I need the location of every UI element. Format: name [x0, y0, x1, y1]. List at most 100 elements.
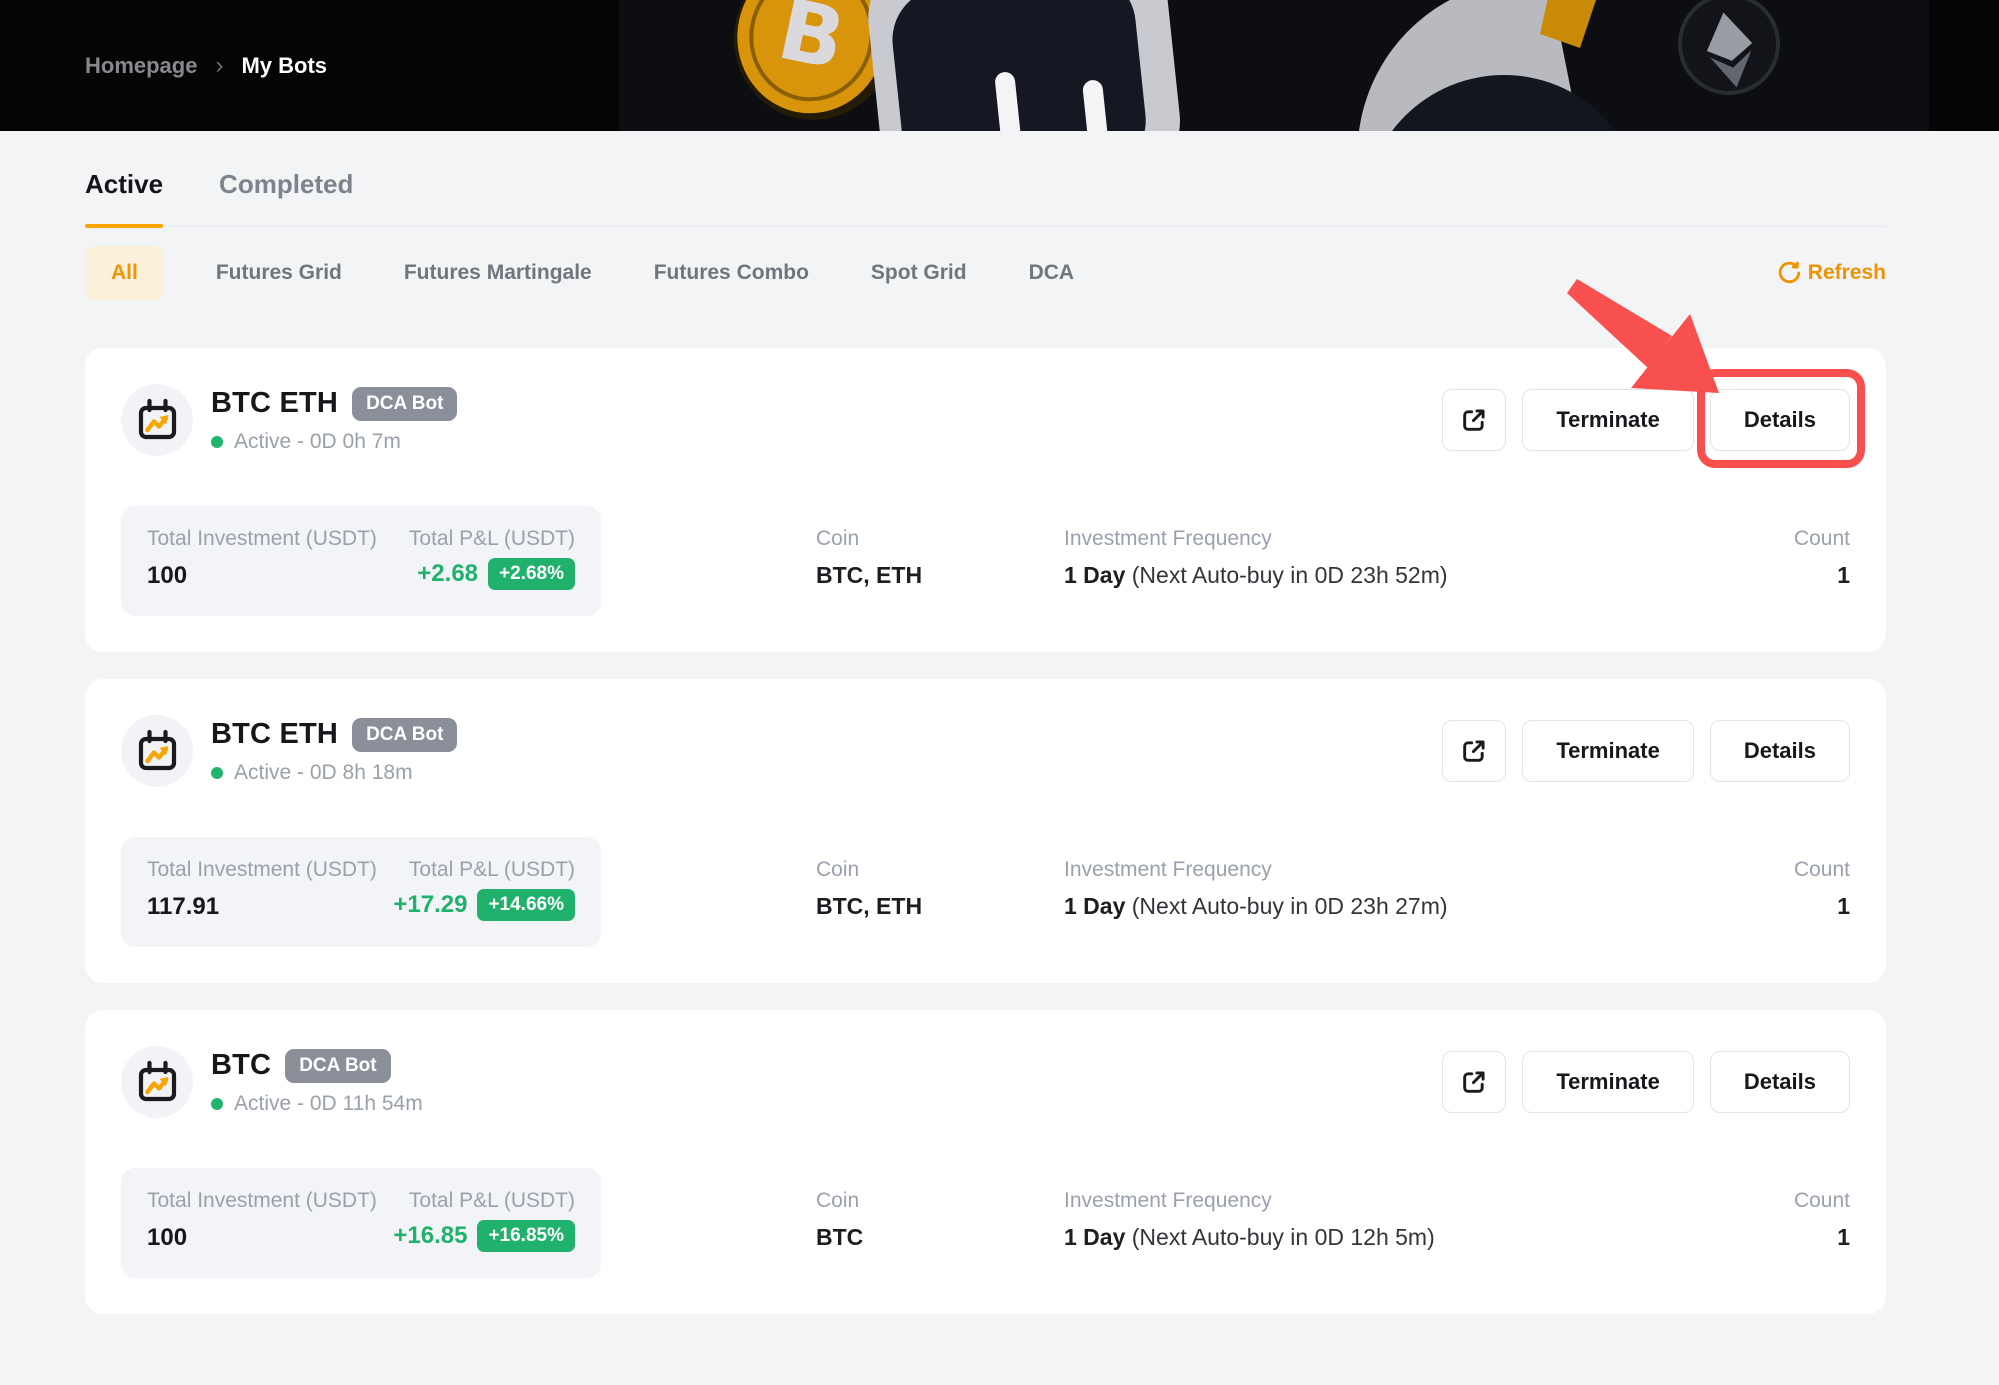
bot-type-badge: DCA Bot: [285, 1049, 390, 1083]
frequency-main: 1 Day: [1064, 893, 1125, 919]
header-illustration: B: [599, 0, 1999, 131]
bot-actions: Terminate Details: [1442, 720, 1850, 782]
coin-column: Coin BTC, ETH: [816, 858, 1064, 947]
coin-column: Coin BTC: [816, 1189, 1064, 1278]
refresh-button[interactable]: Refresh: [1776, 260, 1886, 286]
frequency-value: 1 Day (Next Auto-buy in 0D 23h 52m): [1064, 562, 1750, 589]
bot-avatar: [121, 1046, 193, 1118]
bot-title-block: BTC DCA Bot Active - 0D 11h 54m: [211, 1049, 423, 1116]
total-pnl-label: Total P&L (USDT): [409, 527, 575, 551]
robot-illustration: [861, 0, 1187, 131]
coin-value: BTC, ETH: [816, 562, 1064, 589]
count-value: 1: [1750, 893, 1850, 920]
dca-calendar-chart-icon: [133, 1058, 181, 1106]
count-column: Count 1: [1750, 1189, 1850, 1278]
details-button[interactable]: Details: [1710, 1051, 1850, 1113]
bot-card: BTC ETH DCA Bot Active - 0D 0h 7m Termin…: [85, 348, 1886, 652]
external-link-icon: [1460, 737, 1488, 765]
filter-bar: All Futures Grid Futures Martingale Futu…: [85, 246, 1886, 300]
page-header: B Homepage › My Bots: [0, 0, 1999, 131]
bot-stats-panel: Total Investment (USDT) 100 Total P&L (U…: [121, 1168, 601, 1278]
coin-label: Coin: [816, 858, 1064, 882]
bot-status-text: Active - 0D 11h 54m: [234, 1092, 423, 1116]
frequency-note: (Next Auto-buy in 0D 23h 52m): [1125, 562, 1447, 588]
status-dot-icon: [211, 767, 223, 779]
bot-title-block: BTC ETH DCA Bot Active - 0D 8h 18m: [211, 718, 457, 785]
open-external-button[interactable]: [1442, 389, 1506, 451]
frequency-label: Investment Frequency: [1064, 527, 1750, 551]
tab-bar: Active Completed: [85, 169, 1886, 227]
bot-type-badge: DCA Bot: [352, 387, 457, 421]
bot-actions: Terminate Details: [1442, 1051, 1850, 1113]
bot-pair-title: BTC: [211, 1049, 271, 1082]
chevron-right-icon: ›: [215, 52, 223, 80]
coin-label: Coin: [816, 1189, 1064, 1213]
total-pnl-label: Total P&L (USDT): [393, 858, 575, 882]
pnl-percent-badge: +16.85%: [477, 1220, 575, 1252]
total-investment-value: 100: [147, 1224, 377, 1252]
refresh-label: Refresh: [1808, 261, 1886, 285]
total-pnl-value: +16.85: [393, 1222, 467, 1250]
bot-extra-columns: Coin BTC, ETH Investment Frequency 1 Day…: [601, 837, 1850, 947]
bot-card-header: BTC ETH DCA Bot Active - 0D 0h 7m Termin…: [121, 384, 1850, 456]
filter-dca[interactable]: DCA: [1029, 246, 1075, 300]
total-pnl-value: +17.29: [393, 891, 467, 919]
terminate-button[interactable]: Terminate: [1522, 720, 1694, 782]
bot-extra-columns: Coin BTC, ETH Investment Frequency 1 Day…: [601, 506, 1850, 616]
total-investment-label: Total Investment (USDT): [147, 527, 377, 551]
bot-stats-row: Total Investment (USDT) 117.91 Total P&L…: [121, 837, 1850, 947]
filter-futures-martingale[interactable]: Futures Martingale: [404, 246, 592, 300]
count-label: Count: [1750, 1189, 1850, 1213]
bot-stats-panel: Total Investment (USDT) 100 Total P&L (U…: [121, 506, 601, 616]
open-external-button[interactable]: [1442, 1051, 1506, 1113]
details-button[interactable]: Details: [1710, 389, 1850, 451]
frequency-column: Investment Frequency 1 Day (Next Auto-bu…: [1064, 1189, 1750, 1278]
frequency-label: Investment Frequency: [1064, 858, 1750, 882]
filter-futures-grid[interactable]: Futures Grid: [216, 246, 342, 300]
tab-completed[interactable]: Completed: [219, 169, 353, 226]
total-investment-value: 117.91: [147, 893, 377, 921]
bot-card-list: BTC ETH DCA Bot Active - 0D 0h 7m Termin…: [85, 348, 1886, 1314]
frequency-column: Investment Frequency 1 Day (Next Auto-bu…: [1064, 527, 1750, 616]
dca-calendar-chart-icon: [133, 727, 181, 775]
bot-actions: Terminate Details: [1442, 389, 1850, 451]
count-label: Count: [1750, 858, 1850, 882]
count-value: 1: [1750, 1224, 1850, 1251]
details-button[interactable]: Details: [1710, 720, 1850, 782]
total-pnl-label: Total P&L (USDT): [393, 1189, 575, 1213]
external-link-icon: [1460, 406, 1488, 434]
status-dot-icon: [211, 436, 223, 448]
frequency-value: 1 Day (Next Auto-buy in 0D 12h 5m): [1064, 1224, 1750, 1251]
coin-label: Coin: [816, 527, 1064, 551]
open-external-button[interactable]: [1442, 720, 1506, 782]
total-investment-stat: Total Investment (USDT) 117.91: [147, 858, 377, 926]
total-investment-label: Total Investment (USDT): [147, 858, 377, 882]
terminate-button[interactable]: Terminate: [1522, 1051, 1694, 1113]
pnl-percent-badge: +2.68%: [488, 558, 575, 590]
pnl-percent-badge: +14.66%: [477, 889, 575, 921]
coin-column: Coin BTC, ETH: [816, 527, 1064, 616]
refresh-icon: [1776, 260, 1802, 286]
tab-active[interactable]: Active: [85, 169, 163, 226]
frequency-main: 1 Day: [1064, 562, 1125, 588]
bot-avatar: [121, 384, 193, 456]
count-label: Count: [1750, 527, 1850, 551]
bot-pair-title: BTC ETH: [211, 718, 338, 751]
bot-card-header: BTC ETH DCA Bot Active - 0D 8h 18m Termi…: [121, 715, 1850, 787]
filter-futures-combo[interactable]: Futures Combo: [654, 246, 809, 300]
breadcrumb-homepage-link[interactable]: Homepage: [85, 53, 197, 79]
bot-card: BTC ETH DCA Bot Active - 0D 8h 18m Termi…: [85, 679, 1886, 983]
bot-stats-panel: Total Investment (USDT) 117.91 Total P&L…: [121, 837, 601, 947]
terminate-button[interactable]: Terminate: [1522, 389, 1694, 451]
bot-card: BTC DCA Bot Active - 0D 11h 54m Terminat…: [85, 1010, 1886, 1314]
filter-all[interactable]: All: [85, 246, 164, 300]
filter-spot-grid[interactable]: Spot Grid: [871, 246, 967, 300]
bot-title-block: BTC ETH DCA Bot Active - 0D 0h 7m: [211, 387, 457, 454]
dca-calendar-chart-icon: [133, 396, 181, 444]
main-content: Active Completed All Futures Grid Future…: [0, 169, 1999, 1314]
frequency-note: (Next Auto-buy in 0D 12h 5m): [1125, 1224, 1434, 1250]
bot-stats-row: Total Investment (USDT) 100 Total P&L (U…: [121, 1168, 1850, 1278]
total-investment-value: 100: [147, 562, 377, 590]
status-dot-icon: [211, 1098, 223, 1110]
bot-stats-row: Total Investment (USDT) 100 Total P&L (U…: [121, 506, 1850, 616]
